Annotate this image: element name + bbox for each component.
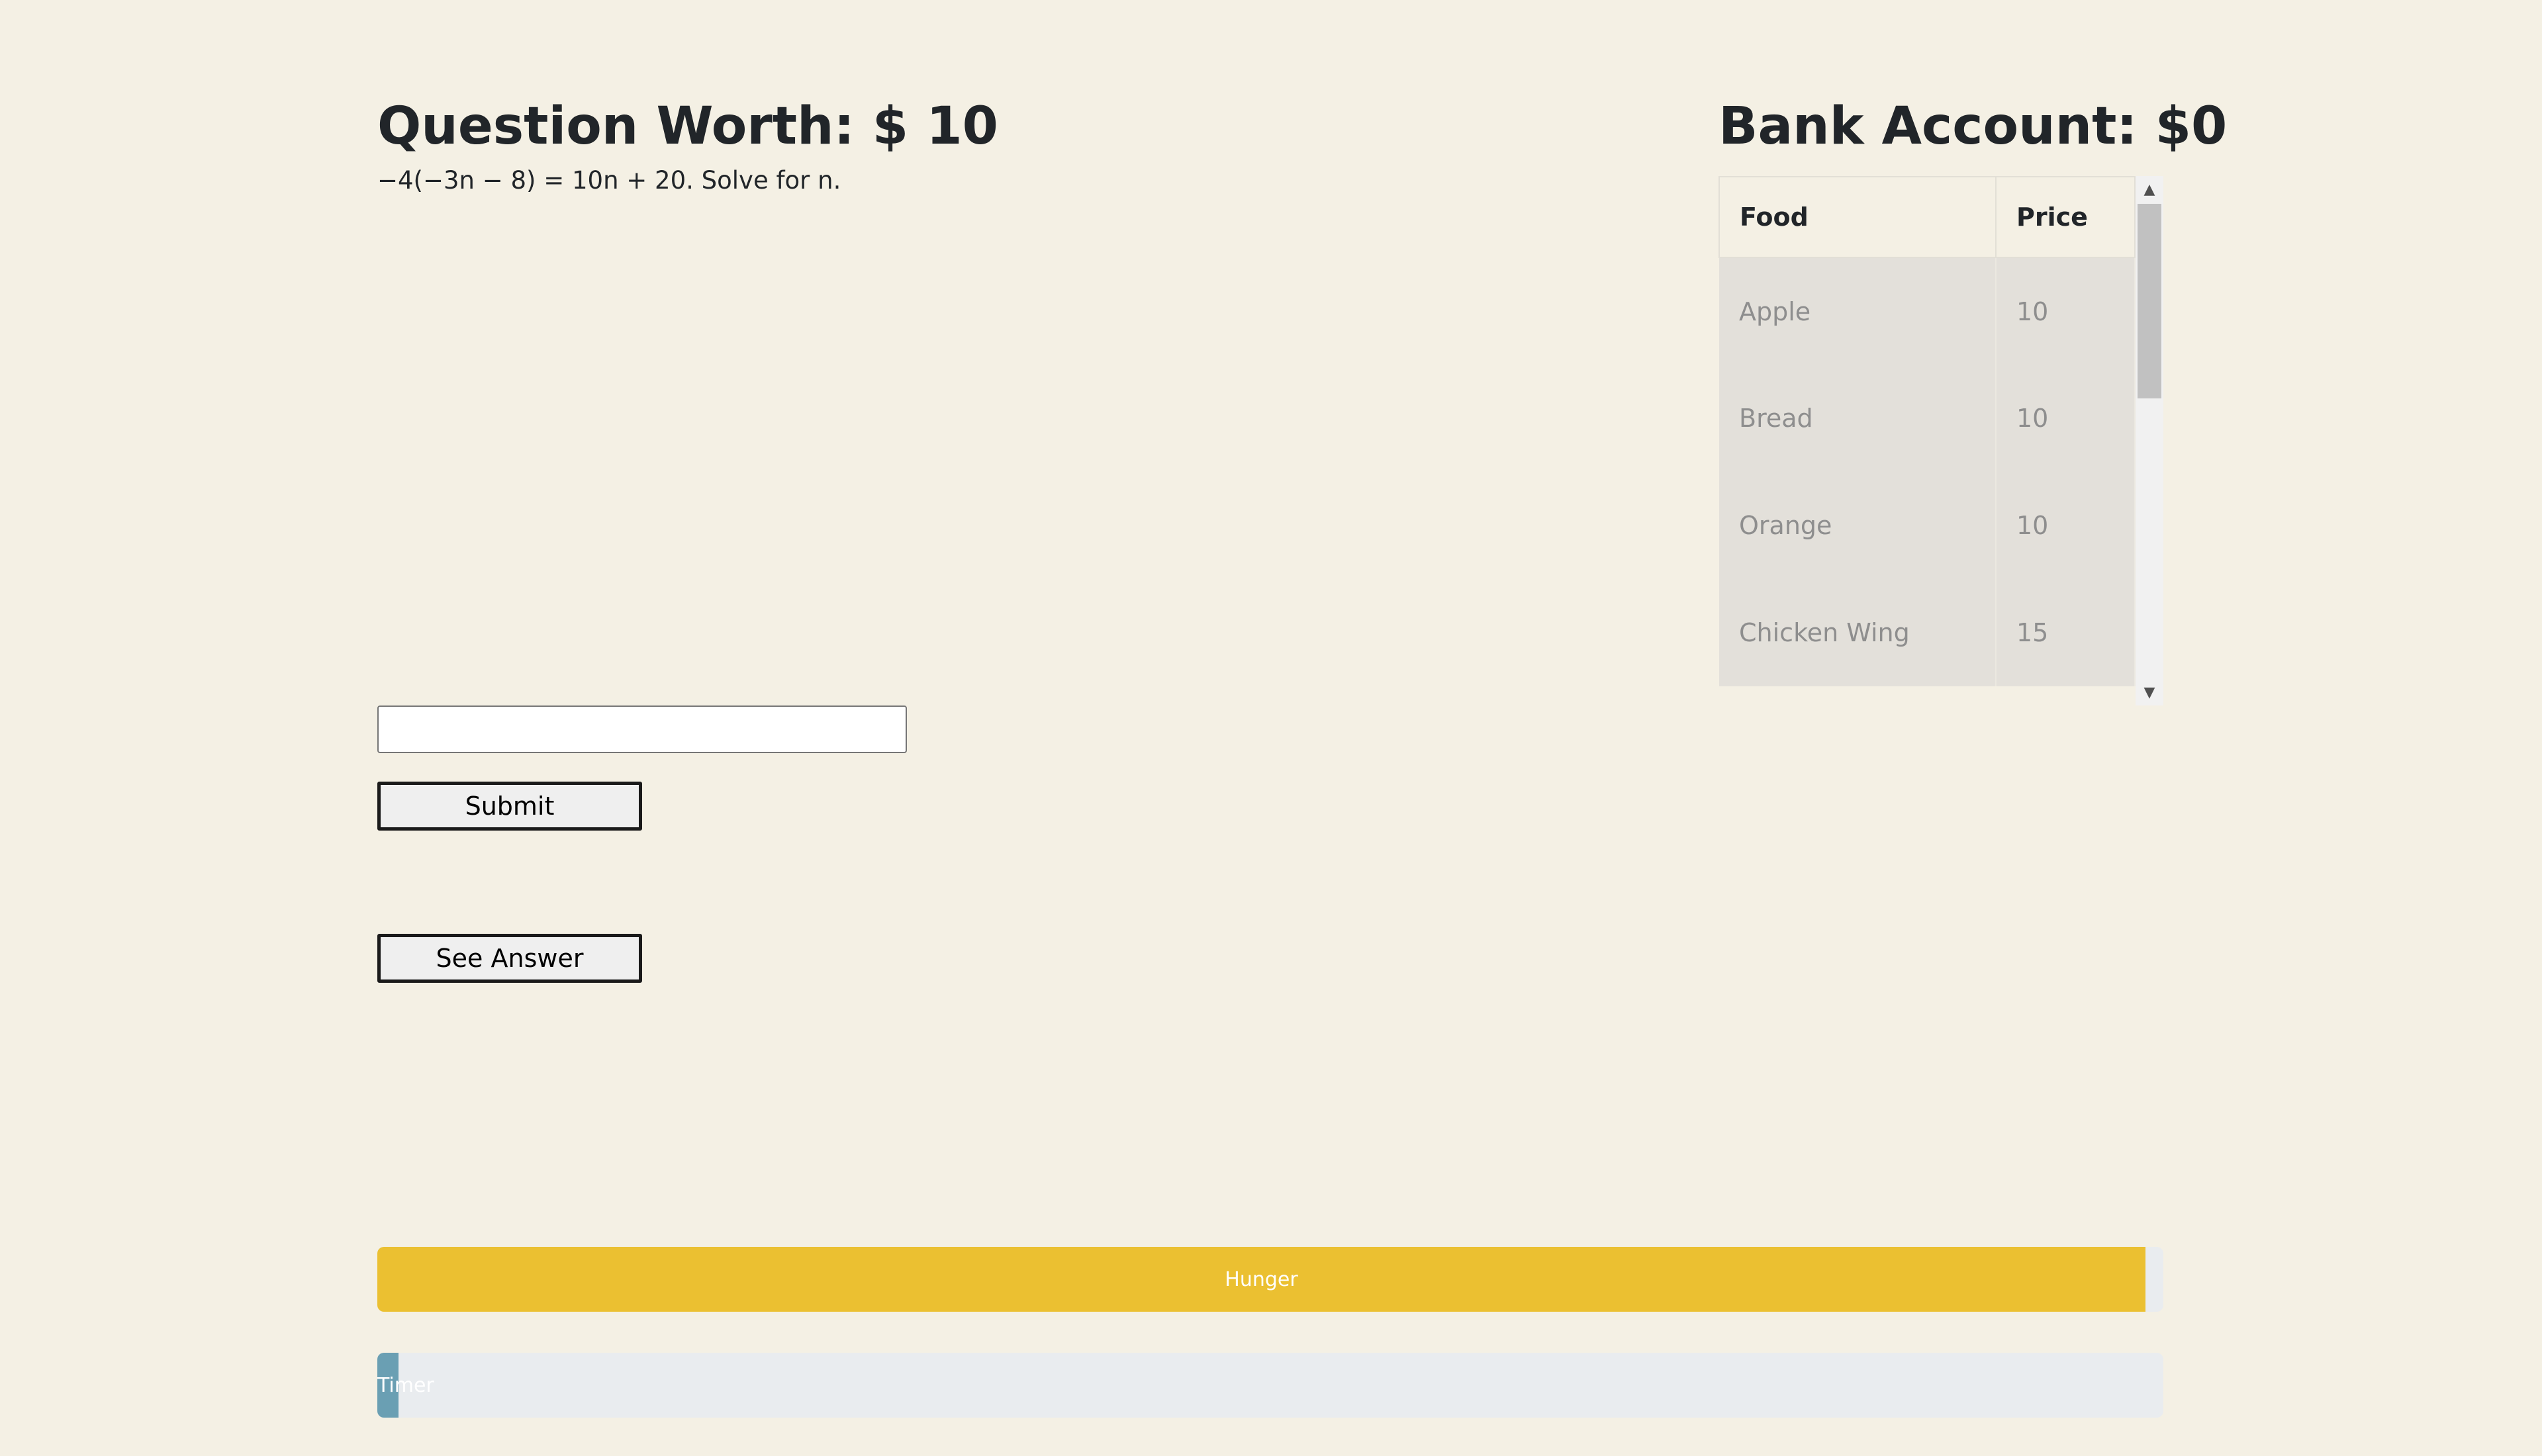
timer-progress-bar: Timer bbox=[377, 1353, 2163, 1418]
answer-input[interactable] bbox=[377, 705, 907, 753]
timer-progress-fill: Timer bbox=[377, 1353, 434, 1418]
hunger-progress-bar: Hunger bbox=[377, 1247, 2163, 1312]
price-cell: 10 bbox=[1996, 365, 2136, 472]
see-answer-button[interactable]: See Answer bbox=[377, 934, 642, 983]
timer-label: Timer bbox=[377, 1373, 434, 1397]
table-row[interactable]: Orange 10 bbox=[1719, 472, 2136, 579]
hunger-progress-fill: Hunger bbox=[377, 1247, 2146, 1312]
table-row[interactable]: Chicken Wing 15 bbox=[1719, 579, 2136, 686]
scrollbar-thumb[interactable] bbox=[2138, 204, 2161, 398]
food-table: Food Price Apple 10 Bread 10 Orange 10 C… bbox=[1718, 176, 2136, 686]
table-scrollbar[interactable]: ▲ ▼ bbox=[2136, 176, 2163, 705]
column-header-food: Food bbox=[1718, 176, 1997, 258]
table-row[interactable]: Bread 10 bbox=[1719, 365, 2136, 472]
triangle-down-icon[interactable]: ▼ bbox=[2136, 679, 2163, 705]
food-cell: Bread bbox=[1719, 365, 1997, 472]
triangle-up-icon[interactable]: ▲ bbox=[2136, 176, 2163, 203]
price-cell: 15 bbox=[1996, 579, 2136, 686]
food-cell: Orange bbox=[1719, 472, 1997, 579]
table-header-row: Food Price bbox=[1718, 176, 2136, 258]
column-header-price: Price bbox=[1995, 176, 2136, 258]
table-row[interactable]: Apple 10 bbox=[1719, 257, 2136, 365]
question-text: −4(−3n − 8) = 10n + 20. Solve for n. bbox=[377, 165, 841, 195]
submit-button[interactable]: Submit bbox=[377, 782, 642, 831]
question-worth-title: Question Worth: $ 10 bbox=[377, 97, 998, 156]
price-cell: 10 bbox=[1996, 257, 2136, 365]
food-cell: Apple bbox=[1719, 257, 1997, 365]
food-table-container[interactable]: Food Price Apple 10 Bread 10 Orange 10 C… bbox=[1718, 176, 2163, 705]
food-cell: Chicken Wing bbox=[1719, 579, 1997, 686]
hunger-label: Hunger bbox=[1225, 1267, 1298, 1291]
question-area: Question Worth: $ 10 −4(−3n − 8) = 10n +… bbox=[377, 96, 1436, 195]
bank-account-title: Bank Account: $0 bbox=[1718, 97, 2228, 156]
price-cell: 10 bbox=[1996, 472, 2136, 579]
